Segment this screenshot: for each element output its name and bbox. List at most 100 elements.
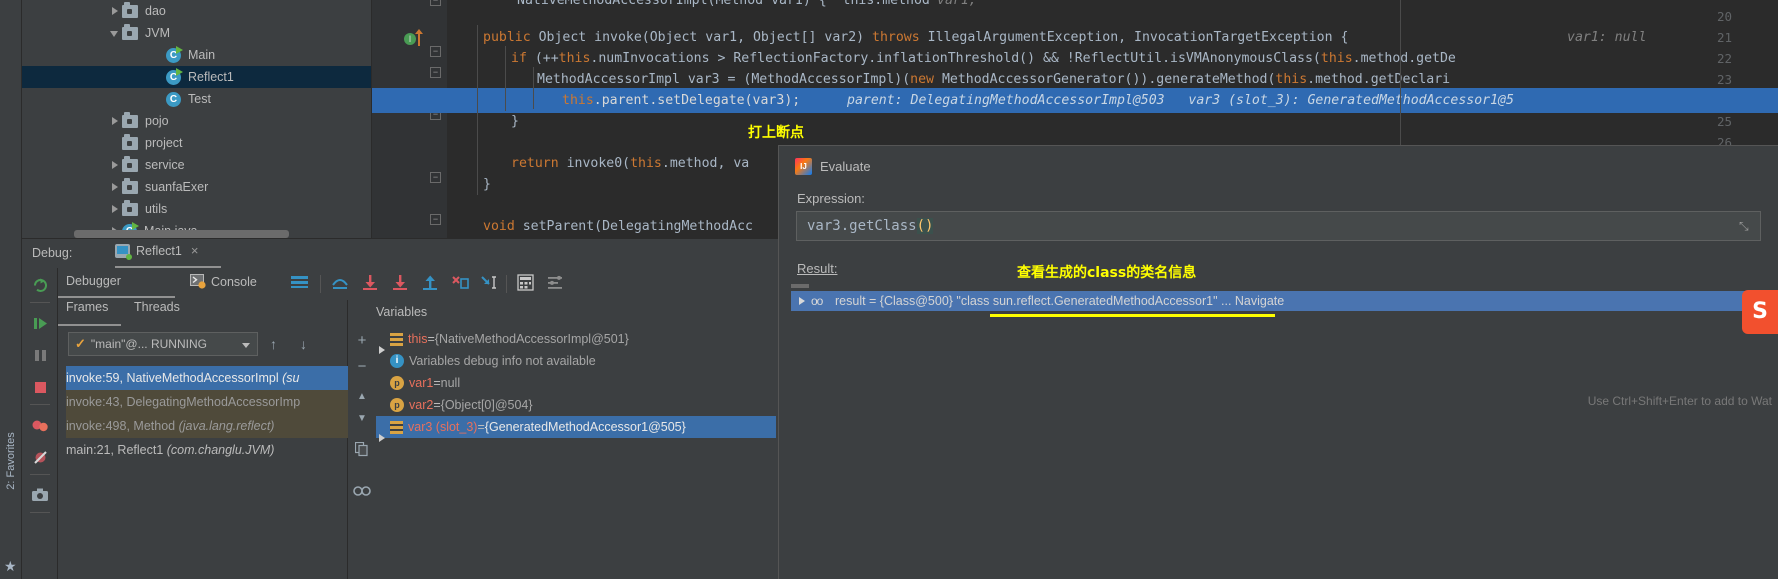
chevron-right-icon[interactable]	[110, 176, 122, 198]
tab-debugger[interactable]: Debugger	[66, 274, 121, 288]
tree-item-label: JVM	[145, 26, 170, 40]
class-icon: C	[166, 91, 181, 107]
close-icon[interactable]: ×	[191, 243, 199, 258]
chevron-right-icon[interactable]	[110, 154, 122, 176]
code-fold-toggle-icon[interactable]: −	[430, 46, 441, 57]
project-tree-horizontal-scrollbar[interactable]	[74, 230, 289, 238]
chevron-right-icon[interactable]	[110, 0, 122, 22]
stop-program-icon[interactable]	[22, 372, 58, 402]
debug-session-tab[interactable]: Reflect1 ×	[115, 243, 199, 260]
settings-icon[interactable]	[546, 274, 568, 294]
tree-item-service[interactable]: service	[22, 154, 371, 176]
expression-input[interactable]: var3.getClass() ⤡	[796, 211, 1761, 241]
variable-name: var3 (slot_3)	[408, 420, 478, 434]
variable-equals: =	[433, 376, 441, 390]
star-icon[interactable]: ★	[4, 558, 17, 575]
expand-editor-icon[interactable]: ⤡	[1739, 220, 1752, 233]
code-fold-toggle-icon[interactable]: −	[430, 172, 441, 183]
step-out-icon[interactable]	[420, 274, 442, 294]
tab-threads[interactable]: Threads	[134, 300, 180, 326]
evaluate-expression-icon[interactable]	[516, 274, 538, 294]
project-tree[interactable]: dao JVM C Main C Reflect1 C Test pojo project serv…	[22, 0, 372, 238]
tree-item-project[interactable]: project	[22, 132, 371, 154]
tree-item-utils[interactable]: utils	[22, 198, 371, 220]
implementing-method-icon[interactable]: I	[404, 33, 416, 45]
code-fold-toggle-icon[interactable]: −	[430, 67, 441, 78]
tree-item-main[interactable]: C Main	[22, 44, 371, 66]
debug-label: Debug:	[32, 246, 73, 260]
tree-item-pojo[interactable]: pojo	[22, 110, 371, 132]
chevron-right-icon[interactable]	[110, 110, 122, 132]
variables-button-column[interactable]: + − ▲ ▼	[348, 328, 376, 579]
code-line-30: void setParent(DelegatingMethodAcc	[483, 219, 753, 234]
chevron-right-icon[interactable]	[110, 198, 122, 220]
override-arrow-icon[interactable]	[415, 29, 423, 46]
remove-watch-button[interactable]: −	[348, 354, 376, 380]
frame-row[interactable]: invoke:498, Method (java.lang.reflect)	[66, 414, 348, 438]
watches-icon[interactable]	[348, 480, 376, 506]
pause-program-icon[interactable]	[22, 340, 58, 370]
code-line-24: this.parent.setDelegate(var3);	[562, 93, 801, 108]
variable-row[interactable]: i Variables debug info not available	[376, 350, 596, 372]
code-line-25: }	[511, 114, 519, 129]
code-line-24-variable-hints: parent: DelegatingMethodAccessorImpl@503…	[847, 93, 1514, 108]
chevron-down-icon[interactable]	[242, 343, 250, 348]
frames-pane[interactable]: Frames Threads ✓ "main"@... RUNNING ↑ ↓ …	[58, 300, 384, 579]
variable-row[interactable]: this = {NativeMethodAccessorImpl@501}	[376, 328, 629, 354]
tab-frames[interactable]: Frames	[66, 300, 108, 326]
result-scroll-indicator[interactable]	[791, 284, 809, 288]
frame-row[interactable]: main:21, Reflect1 (com.changlu.JVM)	[66, 438, 348, 462]
copy-icon[interactable]	[348, 440, 376, 466]
layout-settings-icon[interactable]	[290, 274, 312, 294]
thread-running-icon: ✓	[75, 336, 86, 351]
evaluate-dialog[interactable]: Evaluate Expression: var3.getClass() ⤡ U…	[778, 145, 1778, 579]
indent-guide	[505, 46, 506, 111]
favorites-tool-button[interactable]: 2: Favorites	[5, 416, 17, 506]
rerun-icon[interactable]	[22, 270, 58, 300]
tree-item-dao[interactable]: dao	[22, 0, 371, 22]
frame-down-icon[interactable]: ↓	[300, 336, 307, 352]
resume-program-icon[interactable]	[22, 308, 58, 338]
tree-item-test[interactable]: C Test	[22, 88, 371, 110]
tree-item-reflect1[interactable]: C Reflect1	[22, 66, 371, 88]
add-watch-button[interactable]: +	[348, 328, 376, 354]
result-label: Result:	[797, 261, 838, 276]
chevron-down-icon[interactable]	[110, 22, 122, 44]
frame-up-icon[interactable]: ↑	[270, 336, 277, 352]
force-step-into-icon[interactable]	[390, 274, 412, 294]
variable-row[interactable]: p var2 = {Object[0]@504}	[376, 394, 533, 416]
frame-label: main:21, Reflect1	[66, 443, 167, 457]
tree-item-label: Main	[188, 48, 216, 62]
variable-name: var1	[409, 376, 434, 390]
variable-row[interactable]: p var1 = null	[376, 372, 460, 394]
evaluated-value-icon: oo	[811, 294, 823, 308]
step-into-icon[interactable]	[360, 274, 382, 294]
tree-item-jvm[interactable]: JVM	[22, 22, 371, 44]
debug-session-controls[interactable]	[22, 268, 58, 579]
sogou-ime-badge[interactable]: S	[1742, 290, 1778, 334]
expression-text: var3.getClass	[807, 218, 917, 234]
tree-item-suanfaexer[interactable]: suanfaExer	[22, 176, 371, 198]
screenshot-icon[interactable]	[22, 480, 58, 510]
view-breakpoints-icon[interactable]	[22, 410, 58, 440]
folder-icon	[122, 177, 138, 194]
variables-pane[interactable]: Variables + − ▲ ▼ this = {NativeMethodAc…	[348, 300, 778, 579]
drop-frame-icon[interactable]	[450, 274, 472, 294]
indent-guide	[477, 25, 478, 195]
mute-breakpoints-icon[interactable]	[22, 442, 58, 472]
frame-row[interactable]: invoke:43, DelegatingMethodAccessorImp	[66, 390, 348, 414]
step-over-icon[interactable]	[330, 274, 352, 294]
frame-label: invoke:43, DelegatingMethodAccessorImp	[66, 395, 301, 409]
annotation-breakpoint: 打上断点	[748, 125, 804, 141]
code-fold-toggle-icon[interactable]: −	[430, 0, 441, 6]
tab-console[interactable]: Console	[190, 274, 257, 289]
variable-equals: =	[427, 332, 435, 346]
variable-row[interactable]: var3 (slot_3) = {GeneratedMethodAccessor…	[376, 416, 776, 442]
result-row[interactable]: oo result = {Class@500} "class sun.refle…	[791, 291, 1766, 311]
code-fold-toggle-icon[interactable]: −	[430, 214, 441, 225]
frame-row[interactable]: invoke:59, NativeMethodAccessorImpl (su	[66, 366, 348, 390]
move-down-button[interactable]: ▼	[348, 406, 376, 432]
run-to-cursor-icon[interactable]	[480, 274, 502, 294]
thread-selector[interactable]: ✓ "main"@... RUNNING	[68, 332, 258, 356]
thread-selector-label: "main"@... RUNNING	[90, 337, 207, 351]
